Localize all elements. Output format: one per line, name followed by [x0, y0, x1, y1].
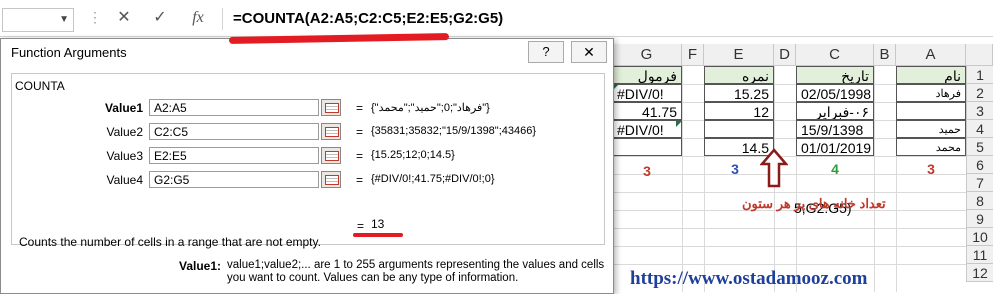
row-header[interactable]: 9: [966, 210, 993, 228]
function-arguments-dialog: Function Arguments ? ✕ COUNTA Value1 A2:…: [0, 33, 614, 294]
arg-label-value1: Value1: [104, 101, 143, 115]
cell-c5[interactable]: 01/01/2019: [796, 138, 874, 156]
arg-input-value4[interactable]: G2:G5: [149, 171, 319, 188]
cell-a2[interactable]: فرهاد: [896, 84, 966, 102]
arg-label-value2: Value2: [106, 125, 143, 139]
arg-input-value3[interactable]: E2:E5: [149, 147, 319, 164]
website-watermark: https://www.ostadamooz.com: [630, 268, 868, 289]
column-header-c[interactable]: C: [796, 44, 874, 66]
formula-result: 13: [371, 217, 385, 231]
row-header[interactable]: 12: [966, 264, 993, 282]
cell-e4[interactable]: [704, 120, 774, 138]
row-header[interactable]: 5: [966, 138, 993, 156]
range-select-icon: [325, 127, 339, 137]
function-name: COUNTA: [15, 79, 65, 93]
cell-a5[interactable]: محمد: [896, 138, 966, 156]
insert-function-icon[interactable]: fx: [188, 8, 208, 28]
cell-a4[interactable]: حمید: [896, 120, 966, 138]
annotation-text: تعداد خانه های پر هر ستون: [742, 196, 886, 211]
up-arrow-icon: [760, 148, 788, 188]
collapse-dialog-button[interactable]: [321, 171, 341, 188]
count-a: 3: [927, 161, 935, 177]
arg-input-value1[interactable]: A2:A5: [149, 99, 319, 116]
help-button[interactable]: ?: [528, 41, 564, 63]
arg-value1-result: {"فرهاد";0;"حمید";"محمد"}: [371, 102, 490, 114]
count-c: 4: [831, 161, 839, 177]
cell-c1[interactable]: تاریخ: [796, 66, 874, 84]
collapse-dialog-button[interactable]: [321, 147, 341, 164]
arg-equals: =: [356, 101, 364, 115]
cell-e3[interactable]: 12: [704, 102, 774, 120]
cell-e1[interactable]: نمره: [704, 66, 774, 84]
row-header[interactable]: 1: [966, 66, 993, 84]
column-header-f[interactable]: F: [682, 44, 704, 66]
collapse-dialog-button[interactable]: [321, 123, 341, 140]
formula-bar-grip: ⋮: [88, 9, 103, 25]
cell-e2[interactable]: 15.25: [704, 84, 774, 102]
row-header[interactable]: 3: [966, 102, 993, 120]
row-header[interactable]: 6: [966, 156, 993, 174]
cell-a1[interactable]: نام: [896, 66, 966, 84]
count-e: 3: [731, 161, 739, 177]
cell-c3[interactable]: ۰۶-فبرایر: [796, 102, 874, 120]
arg-label-value4: Value4: [106, 173, 143, 187]
cell-c4[interactable]: 15/9/1398: [796, 120, 874, 138]
arg-value3-result: {15.25;12;0;14.5}: [371, 149, 455, 161]
enter-icon[interactable]: ✓: [150, 8, 170, 28]
arg-label-value3: Value3: [106, 149, 143, 163]
cell-g1[interactable]: فرمول: [612, 66, 682, 84]
cancel-icon[interactable]: ✕: [114, 8, 134, 28]
row-header[interactable]: 11: [966, 246, 993, 264]
name-box[interactable]: ▼: [2, 8, 74, 32]
row-header[interactable]: 4: [966, 120, 993, 138]
select-all-corner[interactable]: [966, 44, 993, 66]
function-description: Counts the number of cells in a range th…: [19, 235, 321, 249]
range-select-icon: [325, 103, 339, 113]
cell-g3[interactable]: 41.75: [612, 102, 682, 120]
formula-bar: ▼ ⋮ ✕ ✓ fx =COUNTA(A2:A5;C2:C5;E2:E5;G2:…: [0, 0, 993, 37]
arg-value2-result: {35831;35832;"15/9/1398";43466}: [371, 125, 537, 137]
error-indicator-icon: [676, 121, 682, 127]
arg-equals: =: [356, 125, 364, 139]
collapse-dialog-button[interactable]: [321, 99, 341, 116]
cell-c2[interactable]: 02/05/1998: [796, 84, 874, 102]
cell-a3[interactable]: [896, 102, 966, 120]
count-g: 3: [643, 163, 651, 179]
column-header-b[interactable]: B: [874, 44, 896, 66]
arg-value4-result: {#DIV/0!;41.75;#DIV/0!;0}: [371, 173, 495, 185]
argument-help-text: value1;value2;... are 1 to 255 arguments…: [227, 259, 605, 284]
row-header[interactable]: 7: [966, 174, 993, 192]
chevron-down-icon[interactable]: ▼: [59, 14, 69, 25]
column-header-e[interactable]: E: [704, 44, 774, 66]
arg-equals: =: [356, 173, 364, 187]
close-button[interactable]: ✕: [571, 41, 607, 63]
row-header[interactable]: 2: [966, 84, 993, 102]
argument-help-label: Value1:: [179, 259, 222, 273]
column-header-d[interactable]: D: [774, 44, 796, 66]
cell-g4[interactable]: #DIV/0!: [612, 120, 682, 138]
formula-input[interactable]: =COUNTA(A2:A5;C2:C5;E2:E5;G2:G5): [222, 8, 992, 30]
arg-input-value2[interactable]: C2:C5: [149, 123, 319, 140]
dialog-title: Function Arguments: [11, 45, 127, 60]
result-underline: [353, 233, 403, 237]
range-select-icon: [325, 175, 339, 185]
column-header-g[interactable]: G: [612, 44, 682, 66]
cell-g2[interactable]: #DIV/0!: [612, 84, 682, 102]
row-header[interactable]: 10: [966, 228, 993, 246]
cell-g5[interactable]: [612, 138, 682, 156]
result-equals: =: [357, 219, 365, 233]
range-select-icon: [325, 151, 339, 161]
column-header-a[interactable]: A: [896, 44, 966, 66]
arg-equals: =: [356, 149, 364, 163]
row-header[interactable]: 8: [966, 192, 993, 210]
